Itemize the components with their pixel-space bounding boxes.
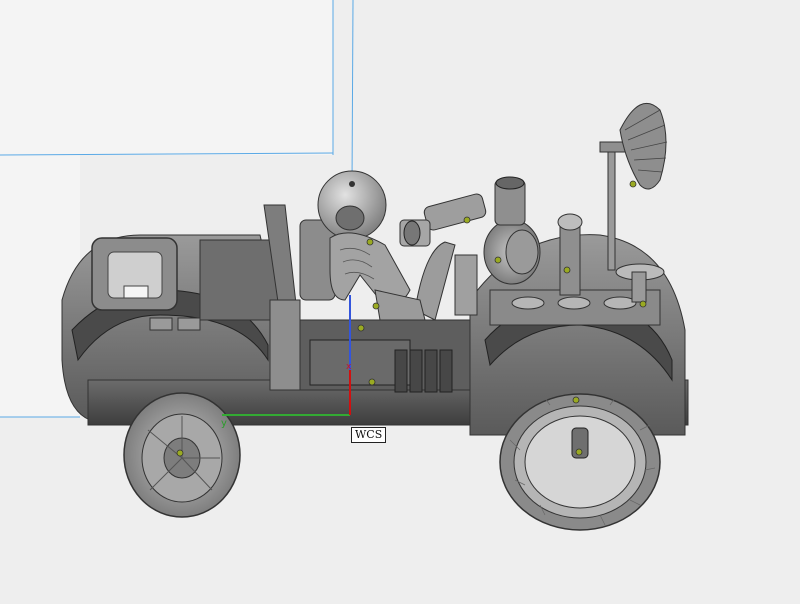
x-axis-label: x [346,362,352,372]
3d-viewport[interactable]: y x WCS [0,0,800,600]
y-axis-label: y [221,418,227,429]
wcs-label: WCS [351,427,387,443]
3d-scene[interactable] [0,0,800,600]
front-wheel[interactable] [499,393,661,531]
